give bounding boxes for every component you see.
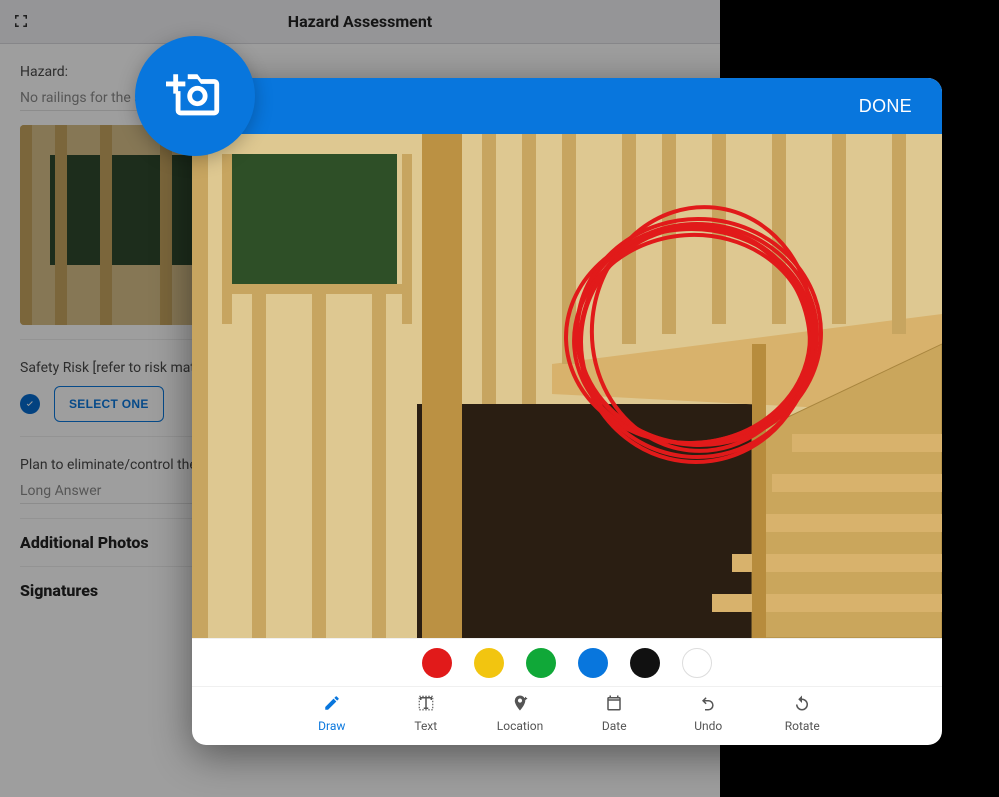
done-button[interactable]: DONE	[853, 95, 918, 118]
additional-photos-heading: Additional Photos	[20, 533, 149, 552]
app-header: Hazard Assessment	[0, 0, 720, 44]
color-swatch-white[interactable]	[682, 648, 712, 678]
pencil-icon	[323, 694, 341, 715]
freehand-annotation	[557, 194, 837, 474]
signatures-heading: Signatures	[20, 581, 98, 600]
tool-rotate-label: Rotate	[785, 719, 820, 733]
textbox-icon	[417, 694, 435, 715]
tool-rotate[interactable]: Rotate	[779, 694, 825, 733]
tool-undo[interactable]: Undo	[685, 694, 731, 733]
tool-location-label: Location	[497, 719, 543, 733]
modal-header: DONE	[192, 78, 942, 134]
annotated-photo[interactable]	[192, 134, 942, 638]
tool-undo-label: Undo	[694, 719, 722, 733]
rotate-icon	[793, 694, 811, 715]
check-circle-icon	[20, 394, 40, 414]
tool-text-label: Text	[414, 719, 437, 733]
tool-draw[interactable]: Draw	[309, 694, 355, 733]
color-swatch-red[interactable]	[422, 648, 452, 678]
calendar-icon	[605, 694, 623, 715]
tool-text[interactable]: Text	[403, 694, 449, 733]
page-title: Hazard Assessment	[0, 12, 720, 31]
tool-date[interactable]: Date	[591, 694, 637, 733]
tool-date-label: Date	[602, 719, 627, 733]
color-swatch-green[interactable]	[526, 648, 556, 678]
color-palette	[192, 638, 942, 686]
select-risk-button[interactable]: SELECT ONE	[54, 386, 164, 422]
location-pin-icon	[511, 694, 529, 715]
color-swatch-yellow[interactable]	[474, 648, 504, 678]
camera-plus-icon[interactable]	[135, 36, 255, 156]
photo-annotation-modal: DONE	[192, 78, 942, 745]
tool-draw-label: Draw	[318, 719, 345, 733]
tool-location[interactable]: Location	[497, 694, 543, 733]
annotation-toolbar: Draw Text Location Date Undo Rotate	[192, 686, 942, 740]
undo-icon	[699, 694, 717, 715]
color-swatch-blue[interactable]	[578, 648, 608, 678]
color-swatch-black[interactable]	[630, 648, 660, 678]
